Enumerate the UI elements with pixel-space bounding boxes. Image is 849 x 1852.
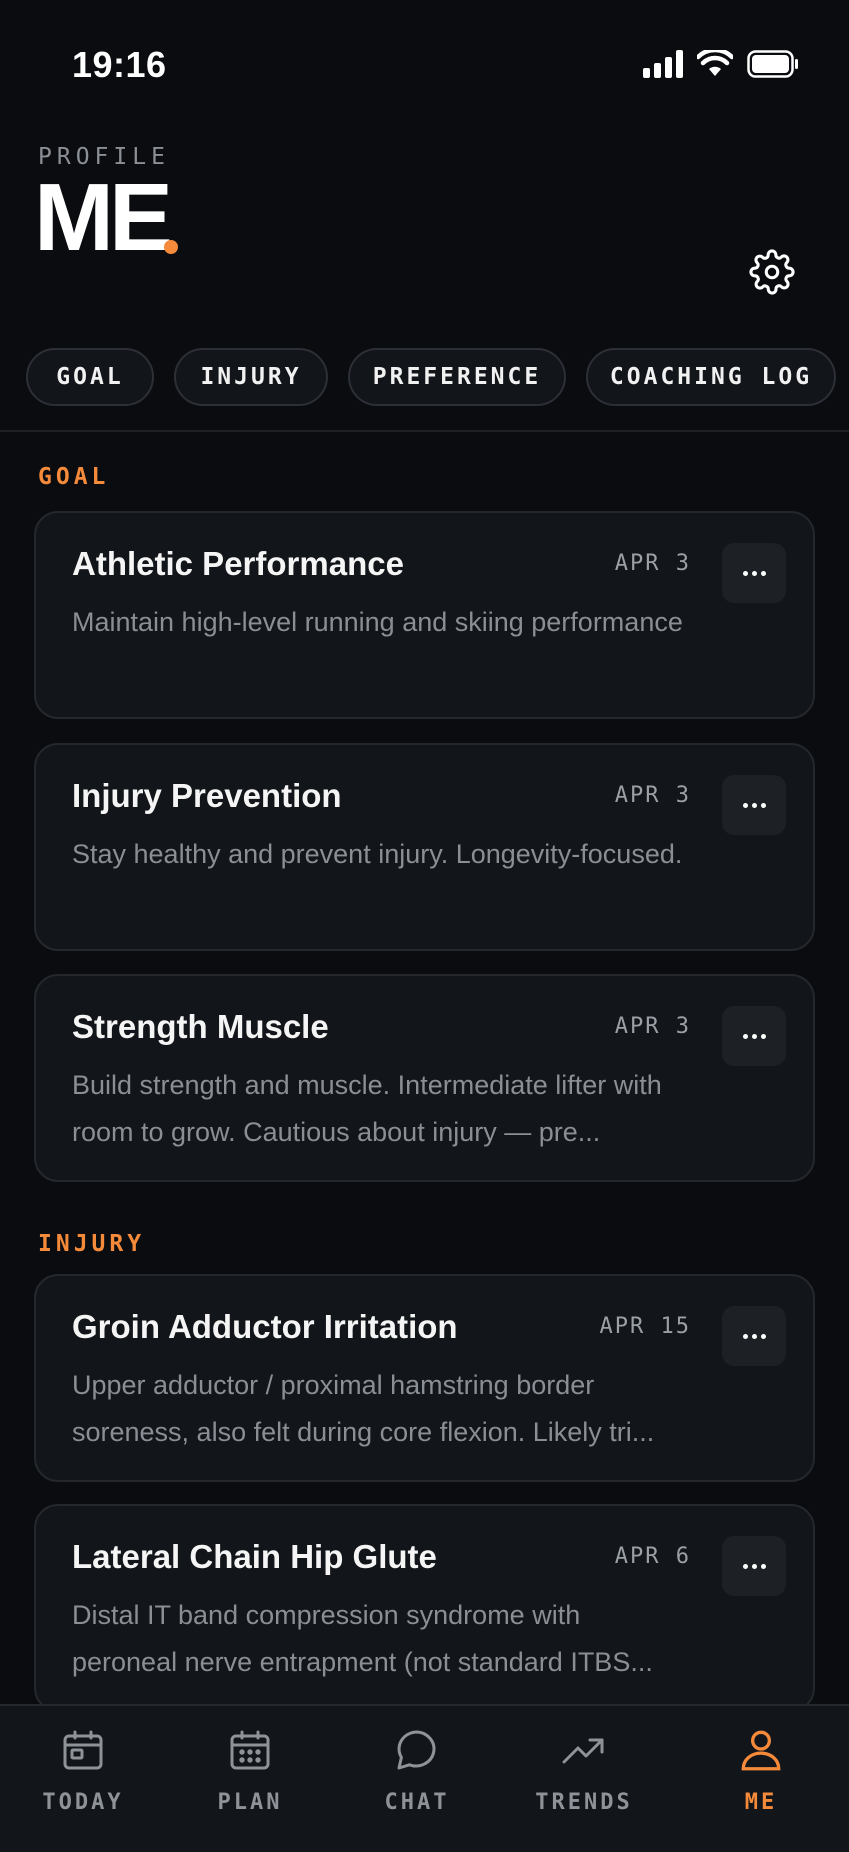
status-icons bbox=[643, 50, 799, 78]
nav-trends[interactable]: TRENDS bbox=[519, 1724, 649, 1834]
signal-icon bbox=[643, 50, 683, 78]
nav-plan[interactable]: PLAN bbox=[185, 1724, 315, 1834]
card-title: Groin Adductor Irritation bbox=[72, 1308, 458, 1345]
goal-card-strength-muscle[interactable]: Strength Muscle APR 3 Build strength and… bbox=[34, 974, 815, 1182]
nav-label: TODAY bbox=[42, 1790, 124, 1815]
chip-goal[interactable]: GOAL bbox=[26, 348, 154, 406]
gear-icon bbox=[749, 249, 795, 295]
nav-label: ME bbox=[744, 1790, 778, 1815]
ellipsis-icon bbox=[742, 1333, 748, 1339]
ellipsis-icon bbox=[742, 802, 748, 808]
section-label-goal: GOAL bbox=[38, 464, 110, 490]
nav-label: CHAT bbox=[384, 1790, 450, 1815]
ellipsis-icon bbox=[742, 1563, 748, 1569]
card-date: APR 15 bbox=[599, 1314, 691, 1339]
status-time: 19:16 bbox=[72, 44, 167, 85]
more-options-button[interactable] bbox=[722, 543, 786, 603]
section-label-injury: INJURY bbox=[38, 1231, 146, 1257]
card-description: Build strength and muscle. Intermediate … bbox=[72, 1070, 662, 1147]
today-icon bbox=[63, 1730, 103, 1770]
more-options-button[interactable] bbox=[722, 1006, 786, 1066]
chip-coaching-log[interactable]: COACHING LOG bbox=[586, 348, 836, 406]
injury-card-lateral-chain[interactable]: Lateral Chain Hip Glute APR 6 Distal IT … bbox=[34, 1504, 815, 1712]
more-options-button[interactable] bbox=[722, 1536, 786, 1596]
bottom-nav: TODAY PLAN CHAT TRENDS ME bbox=[0, 1704, 849, 1852]
profile-icon bbox=[741, 1730, 781, 1771]
settings-button[interactable] bbox=[746, 246, 798, 298]
injury-card-groin-adductor[interactable]: Groin Adductor Irritation APR 15 Upper a… bbox=[34, 1274, 815, 1482]
nav-chat[interactable]: CHAT bbox=[352, 1724, 482, 1834]
nav-label: PLAN bbox=[217, 1790, 283, 1815]
card-date: APR 3 bbox=[614, 1014, 691, 1039]
card-title: Athletic Performance bbox=[72, 545, 404, 582]
battery-icon bbox=[747, 50, 798, 78]
ellipsis-icon bbox=[742, 570, 748, 576]
ellipsis-icon bbox=[742, 1033, 748, 1039]
trends-icon bbox=[562, 1738, 604, 1764]
wifi-icon bbox=[697, 50, 733, 76]
goal-card-injury-prevention[interactable]: Injury Prevention APR 3 Stay healthy and… bbox=[34, 743, 815, 951]
divider bbox=[0, 430, 849, 432]
card-description: Maintain high-level running and skiing p… bbox=[72, 607, 683, 637]
more-options-button[interactable] bbox=[722, 775, 786, 835]
page-title: ME bbox=[34, 164, 173, 271]
nav-label: TRENDS bbox=[535, 1790, 633, 1815]
card-description: Upper adductor / proximal hamstring bord… bbox=[72, 1370, 655, 1447]
chat-icon bbox=[397, 1730, 436, 1770]
card-title: Injury Prevention bbox=[72, 777, 342, 814]
nav-me[interactable]: ME bbox=[696, 1724, 826, 1834]
title-accent-dot bbox=[164, 240, 178, 254]
card-date: APR 6 bbox=[614, 1544, 691, 1569]
chip-injury[interactable]: INJURY bbox=[174, 348, 328, 406]
card-date: APR 3 bbox=[614, 783, 691, 808]
calendar-icon bbox=[230, 1730, 270, 1770]
filter-chips: GOAL INJURY PREFERENCE COACHING LOG bbox=[26, 348, 836, 406]
card-description: Stay healthy and prevent injury. Longevi… bbox=[72, 839, 683, 869]
goal-card-athletic-performance[interactable]: Athletic Performance APR 3 Maintain high… bbox=[34, 511, 815, 719]
nav-today[interactable]: TODAY bbox=[18, 1724, 148, 1834]
card-title: Strength Muscle bbox=[72, 1008, 329, 1045]
card-date: APR 3 bbox=[614, 551, 691, 576]
card-description: Distal IT band compression syndrome with… bbox=[72, 1600, 653, 1677]
status-bar: 19:16 bbox=[0, 0, 849, 110]
card-title: Lateral Chain Hip Glute bbox=[72, 1538, 437, 1575]
chip-preference[interactable]: PREFERENCE bbox=[348, 348, 566, 406]
more-options-button[interactable] bbox=[722, 1306, 786, 1366]
